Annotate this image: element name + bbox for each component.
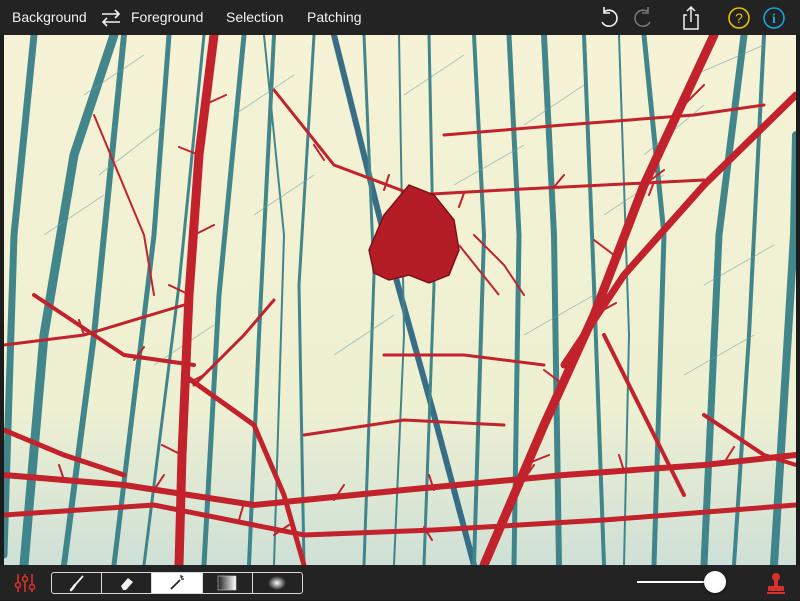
magic-wand-tool-button[interactable] (152, 573, 203, 593)
svg-text:?: ? (735, 10, 743, 26)
info-icon[interactable]: i (761, 5, 787, 31)
radial-gradient-icon (268, 576, 287, 590)
brush-size-slider-knob[interactable] (704, 571, 726, 593)
undo-icon[interactable] (596, 5, 622, 31)
adjustments-icon[interactable] (12, 570, 38, 596)
svg-text:i: i (772, 12, 776, 27)
photo-image (4, 35, 796, 565)
share-icon[interactable] (678, 5, 704, 31)
background-mode-button[interactable]: Background (12, 0, 87, 35)
radial-gradient-tool-button[interactable] (253, 573, 302, 593)
brush-icon (69, 575, 84, 592)
foreground-mode-button[interactable]: Foreground (131, 0, 203, 35)
swap-icon[interactable] (98, 5, 124, 31)
gradient-tool-button[interactable] (203, 573, 253, 593)
stamp-icon[interactable] (764, 571, 788, 595)
patching-mode-button[interactable]: Patching (307, 0, 361, 35)
eraser-tool-button[interactable] (102, 573, 153, 593)
top-toolbar: Background Foreground Selection Patching… (0, 0, 800, 35)
eraser-icon (120, 578, 133, 590)
tool-segmented-control (51, 572, 303, 594)
selection-mode-button[interactable]: Selection (226, 0, 284, 35)
gradient-icon (217, 575, 237, 591)
redo-icon[interactable] (630, 5, 656, 31)
image-canvas[interactable] (4, 35, 796, 565)
help-icon[interactable]: ? (726, 5, 752, 31)
brush-tool-button[interactable] (52, 573, 103, 593)
magic-wand-icon (170, 575, 184, 590)
